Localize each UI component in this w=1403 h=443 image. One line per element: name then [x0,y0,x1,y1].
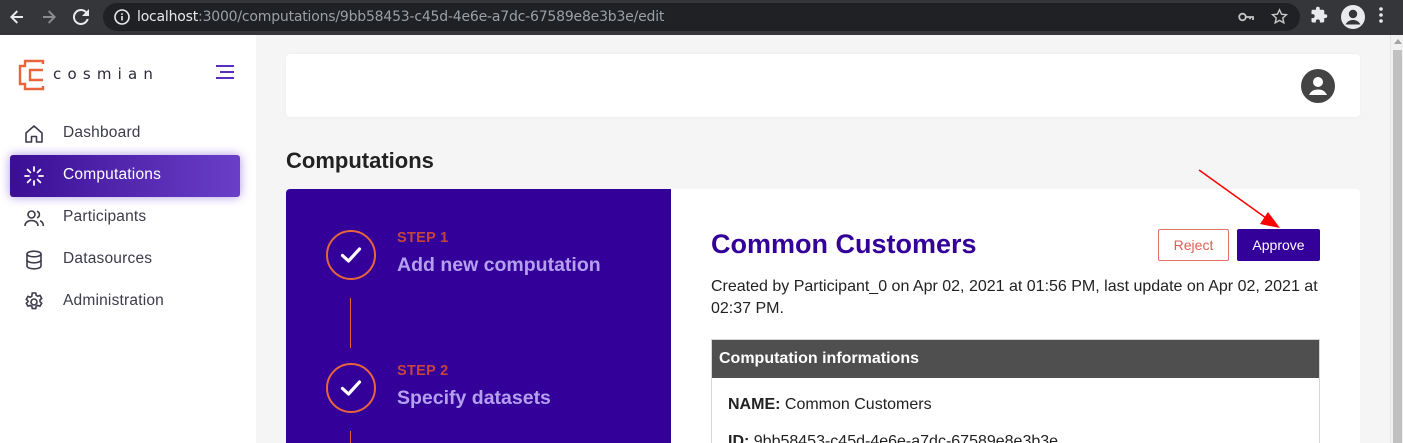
back-icon[interactable] [5,5,29,29]
sidebar-item-label: Dashboard [63,124,141,141]
sidebar-item-participants[interactable]: Participants [10,197,240,239]
address-bar[interactable]: localhost:3000/computations/9bb58453-c45… [103,3,1300,31]
computation-title: Common Customers [711,229,977,259]
sidebar-item-label: Computations [63,166,162,183]
database-icon [23,249,45,271]
step-connector [350,431,351,443]
star-icon[interactable] [1270,8,1289,30]
user-avatar-icon[interactable] [1301,69,1335,103]
menu-icon[interactable] [1377,6,1385,29]
step-2-title: Specify datasets [397,387,551,409]
info-panel-heading: Computation informations [712,340,1319,378]
stepper-panel: STEP 1 Add new computation STEP 2 Specif… [286,189,671,443]
scrollbar-thumb[interactable] [1393,50,1402,443]
gear-icon [23,291,45,313]
step-1-number: STEP 1 [397,230,449,246]
step-connector [350,298,351,348]
sidebar-item-dashboard[interactable]: Dashboard [10,113,240,155]
extensions-icon[interactable] [1310,6,1328,29]
sidebar-item-label: Participants [63,208,147,225]
info-id-label: ID: [728,433,750,443]
step-1-title: Add new computation [397,254,601,276]
browser-toolbar: localhost:3000/computations/9bb58453-c45… [0,0,1403,35]
sidebar-item-label: Datasources [63,250,153,267]
info-name-value: Common Customers [784,396,932,413]
info-name-label: NAME: [728,396,781,413]
sidebar-item-datasources[interactable]: Datasources [10,239,240,281]
url-text: localhost:3000/computations/9bb58453-c45… [137,9,665,25]
home-icon [23,123,45,145]
page-scrollbar[interactable] [1390,35,1403,443]
reject-button[interactable]: Reject [1158,229,1229,261]
computation-info-panel: Computation informations NAME: Common Cu… [711,339,1320,443]
users-icon [23,207,45,229]
collapse-menu-icon[interactable] [216,65,234,84]
computation-card: STEP 1 Add new computation STEP 2 Specif… [286,189,1360,443]
sidebar-item-label: Administration [63,292,165,309]
scroll-up-arrow-icon[interactable] [1394,39,1402,44]
info-name-row: NAME: Common Customers [728,396,932,414]
brand-name: cosmian [53,65,160,83]
forward-icon[interactable] [37,5,61,29]
step-1-check-icon [326,230,376,280]
profile-icon[interactable] [1340,4,1366,35]
key-icon[interactable] [1238,9,1254,30]
sidebar-item-computations[interactable]: Computations [10,155,240,197]
approve-button[interactable]: Approve [1237,229,1320,261]
info-id-row: ID: 9bb58453-c45d-4e6e-a7dc-67589e8e3b3e [728,433,1058,443]
page-title: Computations [286,148,434,173]
reload-icon[interactable] [69,5,93,29]
cosmian-logo-icon [17,58,47,92]
sidebar: cosmian Dashboard Computations Participa… [0,35,256,443]
step-2-check-icon [326,363,376,413]
info-id-value: 9bb58453-c45d-4e6e-a7dc-67589e8e3b3e [753,433,1059,443]
site-info-icon[interactable] [114,9,130,30]
sidebar-item-administration[interactable]: Administration [10,281,240,323]
top-header-bar [286,54,1360,117]
computation-meta: Created by Participant_0 on Apr 02, 2021… [711,278,1318,317]
spinner-icon [23,165,45,187]
step-2-number: STEP 2 [397,363,449,379]
